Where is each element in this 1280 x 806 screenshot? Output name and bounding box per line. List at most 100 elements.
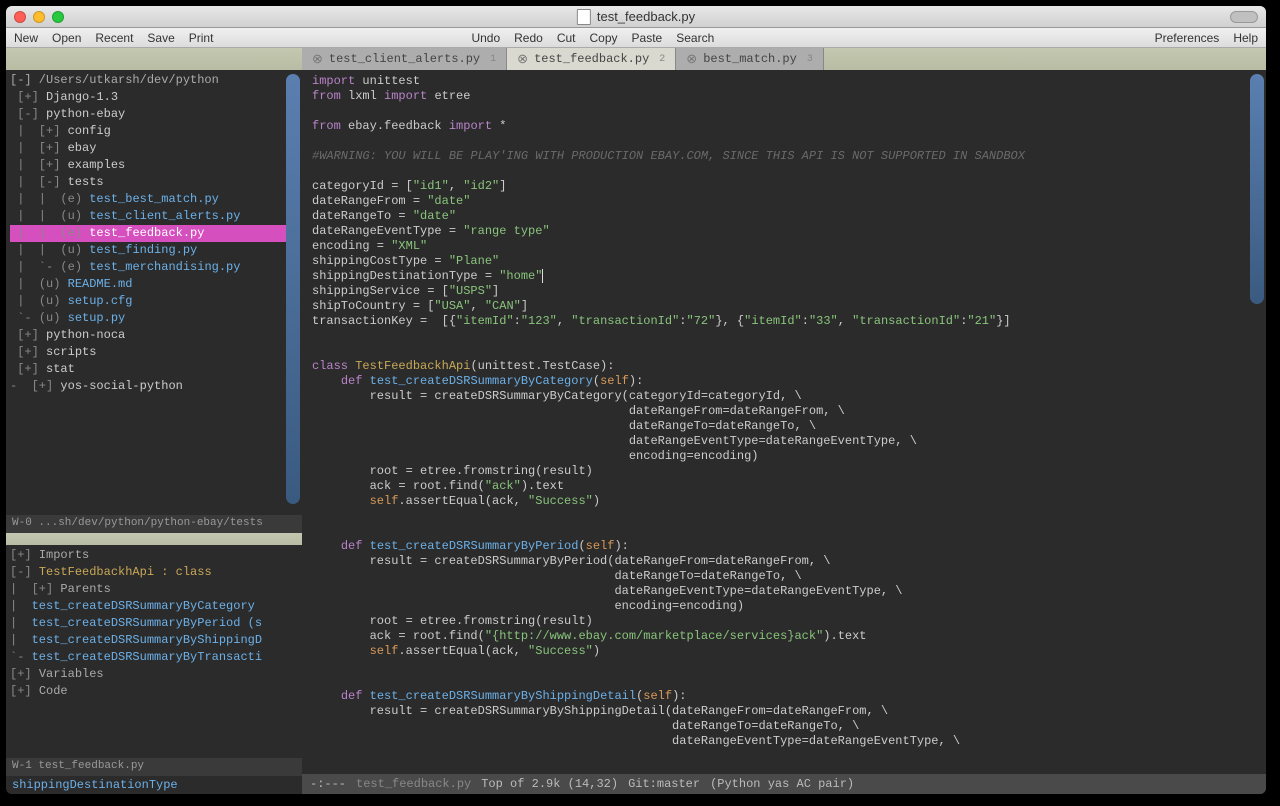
code-line[interactable]: dateRangeEventType=dateRangeEventType, \ [312,584,1256,599]
code-line[interactable]: from lxml import etree [312,89,1256,104]
code-line[interactable]: from ebay.feedback import * [312,119,1256,134]
code-line[interactable] [312,134,1256,149]
close-icon[interactable]: ⊗ [517,52,528,67]
menu-undo[interactable]: Undo [471,31,500,45]
menu-print[interactable]: Print [189,31,214,45]
code-line[interactable]: self.assertEqual(ack, "Success") [312,644,1256,659]
code-line[interactable] [312,104,1256,119]
minibuffer[interactable]: shippingDestinationType [6,776,302,794]
code-line[interactable]: shippingDestinationType = "home" [312,269,1256,284]
code-line[interactable]: shipToCountry = ["USA", "CAN"] [312,299,1256,314]
outline-item[interactable]: | test_createDSRSummaryByCategory [10,598,298,615]
tree-item[interactable]: | (u) setup.cfg [10,293,298,310]
code-line[interactable]: result = createDSRSummaryByShippingDetai… [312,704,1256,719]
code-line[interactable]: class TestFeedbackhApi(unittest.TestCase… [312,359,1256,374]
tree-item[interactable]: - [+] yos-social-python [10,378,298,395]
code-line[interactable]: encoding=encoding) [312,599,1256,614]
code-area[interactable]: import unittestfrom lxml import etree fr… [302,70,1266,774]
menu-redo[interactable]: Redo [514,31,543,45]
tree-item[interactable]: [+] python-noca [10,327,298,344]
menu-new[interactable]: New [14,31,38,45]
code-line[interactable]: ack = root.find("{http://www.ebay.com/ma… [312,629,1256,644]
outline-panel[interactable]: [+] Imports[-] TestFeedbackhApi : class|… [6,545,302,758]
tree-item[interactable]: | `- (e) test_merchandising.py [10,259,298,276]
sidebar-divider[interactable] [6,533,302,545]
outline-item[interactable]: [+] Code [10,683,298,700]
code-line[interactable]: dateRangeTo = "date" [312,209,1256,224]
tree-item[interactable]: [+] stat [10,361,298,378]
code-line[interactable] [312,674,1256,689]
tree-item[interactable]: [-] python-ebay [10,106,298,123]
tab-test_feedback-py[interactable]: ⊗test_feedback.py2 [507,48,676,70]
menu-copy[interactable]: Copy [590,31,618,45]
menu-cut[interactable]: Cut [557,31,576,45]
code-line[interactable]: dateRangeEventType = "range type" [312,224,1256,239]
close-icon[interactable]: ⊗ [686,52,697,67]
tab-best_match-py[interactable]: ⊗best_match.py3 [676,48,824,70]
code-line[interactable]: dateRangeEventType=dateRangeEventType, \ [312,434,1256,449]
code-line[interactable]: self.assertEqual(ack, "Success") [312,494,1256,509]
tree-item[interactable]: | | (u) test_finding.py [10,242,298,259]
outline-item[interactable]: [+] Variables [10,666,298,683]
code-line[interactable]: shippingCostType = "Plane" [312,254,1256,269]
tree-item[interactable]: [+] scripts [10,344,298,361]
close-icon[interactable]: ⊗ [312,52,323,67]
code-line[interactable] [312,344,1256,359]
code-line[interactable]: encoding = "XML" [312,239,1256,254]
code-line[interactable]: encoding=encoding) [312,449,1256,464]
code-line[interactable]: result = createDSRSummaryByPeriod(dateRa… [312,554,1256,569]
scrollbar[interactable] [286,74,300,504]
code-line[interactable]: shippingService = ["USPS"] [312,284,1256,299]
code-line[interactable]: transactionKey = [{"itemId":"123", "tran… [312,314,1256,329]
code-line[interactable]: categoryId = ["id1", "id2"] [312,179,1256,194]
tree-item[interactable]: | | (e) test_best_match.py [10,191,298,208]
tree-item[interactable]: `- (u) setup.py [10,310,298,327]
code-line[interactable]: def test_createDSRSummaryByPeriod(self): [312,539,1256,554]
titlebar-pill[interactable] [1230,11,1258,23]
menu-paste[interactable]: Paste [632,31,663,45]
tree-item[interactable]: | [+] config [10,123,298,140]
tree-item[interactable]: | [+] examples [10,157,298,174]
scrollbar[interactable] [1250,74,1264,304]
outline-item[interactable]: | test_createDSRSummaryByShippingD [10,632,298,649]
outline-item[interactable]: [+] Imports [10,547,298,564]
menu-help[interactable]: Help [1233,31,1258,45]
outline-item[interactable]: [-] TestFeedbackhApi : class [10,564,298,581]
code-line[interactable]: dateRangeEventType=dateRangeEventType, \ [312,734,1256,749]
tree-item[interactable]: [+] Django-1.3 [10,89,298,106]
outline-item[interactable]: | test_createDSRSummaryByPeriod (s [10,615,298,632]
menu-save[interactable]: Save [147,31,174,45]
code-line[interactable]: root = etree.fromstring(result) [312,614,1256,629]
code-line[interactable]: dateRangeTo=dateRangeTo, \ [312,569,1256,584]
code-line[interactable]: dateRangeFrom = "date" [312,194,1256,209]
code-line[interactable]: root = etree.fromstring(result) [312,464,1256,479]
code-line[interactable] [312,329,1256,344]
code-line[interactable] [312,164,1256,179]
menu-search[interactable]: Search [676,31,714,45]
code-line[interactable]: def test_createDSRSummaryByCategory(self… [312,374,1256,389]
code-line[interactable]: def test_createDSRSummaryByShippingDetai… [312,689,1256,704]
menu-recent[interactable]: Recent [95,31,133,45]
code-line[interactable]: dateRangeTo=dateRangeTo, \ [312,719,1256,734]
code-line[interactable]: dateRangeTo=dateRangeTo, \ [312,419,1256,434]
code-line[interactable]: #WARNING: YOU WILL BE PLAY'ING WITH PROD… [312,149,1256,164]
code-line[interactable]: import unittest [312,74,1256,89]
editor[interactable]: import unittestfrom lxml import etree fr… [302,70,1266,794]
tree-item[interactable]: | | (e) test_feedback.py [10,225,298,242]
code-line[interactable] [312,659,1256,674]
outline-item[interactable]: `- test_createDSRSummaryByTransacti [10,649,298,666]
menu-preferences[interactable]: Preferences [1155,31,1220,45]
tab-test_client_alerts-py[interactable]: ⊗test_client_alerts.py1 [302,48,507,70]
minimize-icon[interactable] [33,11,45,23]
maximize-icon[interactable] [52,11,64,23]
file-tree[interactable]: [-] /Users/utkarsh/dev/python [+] Django… [6,70,302,515]
code-line[interactable]: dateRangeFrom=dateRangeFrom, \ [312,404,1256,419]
close-icon[interactable] [14,11,26,23]
code-line[interactable] [312,509,1256,524]
tree-item[interactable]: | | (u) test_client_alerts.py [10,208,298,225]
menu-open[interactable]: Open [52,31,81,45]
code-line[interactable]: result = createDSRSummaryByCategory(cate… [312,389,1256,404]
code-line[interactable]: ack = root.find("ack").text [312,479,1256,494]
tree-item[interactable]: | [+] ebay [10,140,298,157]
outline-item[interactable]: | [+] Parents [10,581,298,598]
